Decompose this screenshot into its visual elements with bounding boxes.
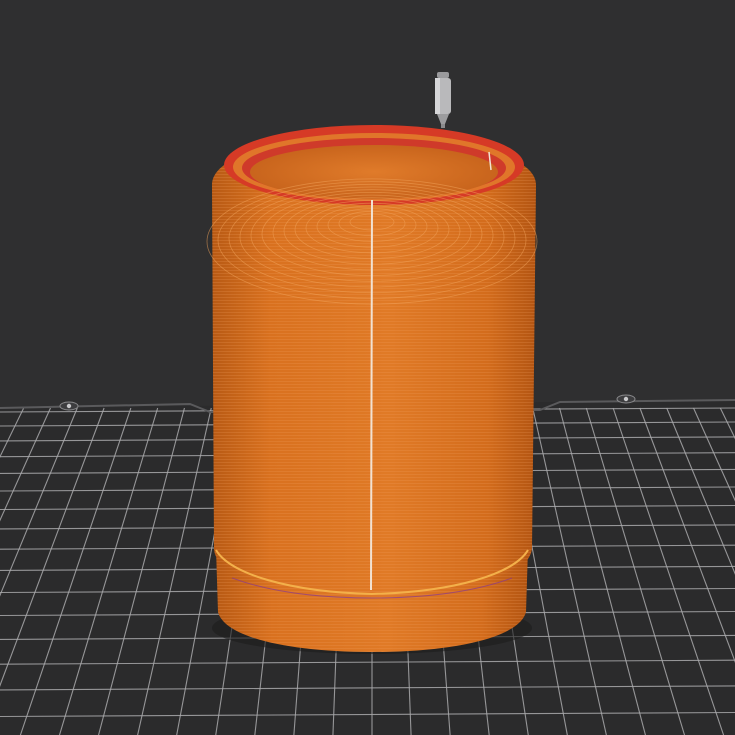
3d-viewport[interactable] [0,0,735,735]
bed-clip-icon [59,401,79,411]
bed-clip-icon [616,394,636,404]
sliced-preview-scene[interactable] [0,0,735,735]
sliced-model[interactable] [206,125,538,652]
model-seam-line [370,199,373,591]
